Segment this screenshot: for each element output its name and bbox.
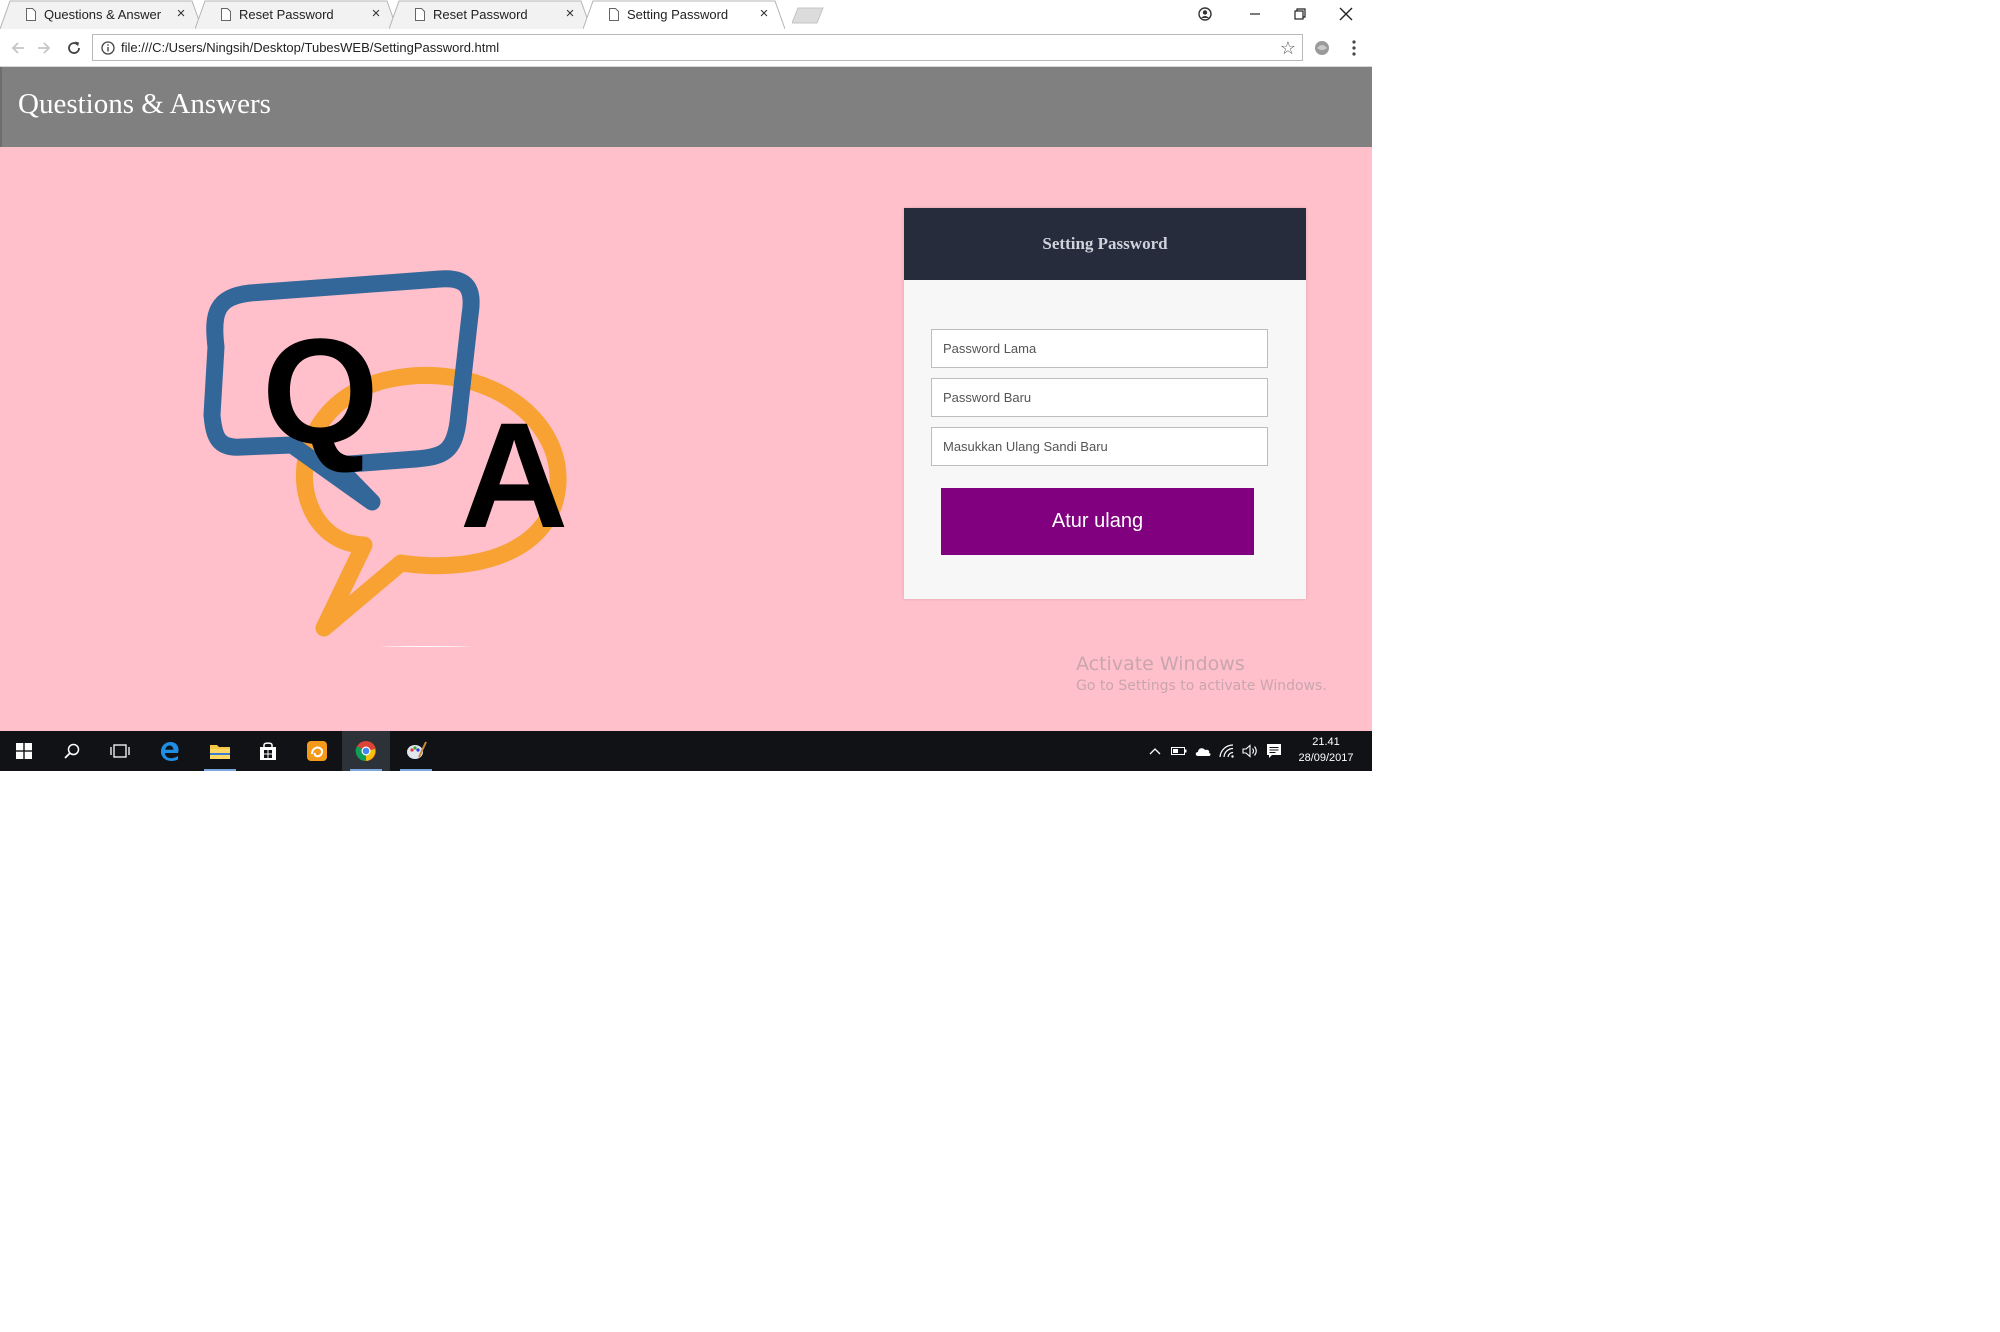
close-tab-icon[interactable]: × xyxy=(563,6,577,22)
close-tab-icon[interactable]: × xyxy=(369,6,383,22)
running-indicator xyxy=(350,769,382,771)
show-hidden-icons-button[interactable] xyxy=(1146,741,1164,761)
clock-time: 21.41 xyxy=(1312,736,1340,748)
tab-label: Reset Password xyxy=(239,7,334,22)
reload-button[interactable] xyxy=(63,37,85,59)
arrow-left-icon xyxy=(11,42,24,54)
folder-icon xyxy=(210,745,230,759)
logo-letter-a: A xyxy=(460,391,568,559)
bookmark-star-icon[interactable]: ☆ xyxy=(1280,38,1296,58)
site-header: Questions & Answers xyxy=(0,67,1372,147)
uc-browser-icon xyxy=(307,741,327,761)
page-content: Questions & Answers Q A Setting Password… xyxy=(0,67,1372,731)
extension-icon[interactable] xyxy=(1312,38,1332,58)
logo-letter-q: Q xyxy=(262,307,379,475)
browser-tab-strip: Questions & Answer × Reset Password × Re… xyxy=(0,0,1372,29)
tab-label: Reset Password xyxy=(433,7,528,22)
close-window-button[interactable] xyxy=(1326,2,1366,26)
new-tab-button[interactable] xyxy=(792,7,824,24)
task-view-button[interactable] xyxy=(96,731,144,771)
url-text[interactable]: file:///C:/Users/Ningsih/Desktop/TubesWE… xyxy=(121,40,499,55)
taskbar-file-explorer[interactable] xyxy=(196,731,244,771)
taskbar-chrome[interactable] xyxy=(342,731,390,771)
windows-taskbar: 21.41 28/09/2017 xyxy=(0,731,1372,771)
address-bar[interactable]: file:///C:/Users/Ningsih/Desktop/TubesWE… xyxy=(92,34,1303,61)
back-button[interactable] xyxy=(7,37,29,59)
tab-label: Questions & Answer xyxy=(44,7,162,22)
site-title: Questions & Answers xyxy=(18,88,271,120)
tab-reset-password-2[interactable]: Reset Password × xyxy=(389,0,591,29)
confirm-password-field[interactable] xyxy=(931,427,1268,466)
card-title: Setting Password xyxy=(1042,234,1168,253)
windows-logo-icon xyxy=(16,743,32,759)
task-view-icon xyxy=(110,744,130,758)
search-button[interactable] xyxy=(48,731,96,771)
document-icon xyxy=(415,8,425,21)
menu-dots-icon[interactable] xyxy=(1347,38,1361,58)
watermark-subtitle: Go to Settings to activate Windows. xyxy=(1076,678,1327,694)
start-button[interactable] xyxy=(0,731,48,771)
arrow-right-icon xyxy=(38,42,51,54)
close-tab-icon[interactable]: × xyxy=(174,6,188,22)
search-icon xyxy=(64,743,80,759)
clock-date: 28/09/2017 xyxy=(1298,752,1354,764)
document-icon xyxy=(609,8,619,21)
taskbar-edge[interactable] xyxy=(146,731,194,771)
chrome-icon xyxy=(355,741,376,762)
taskbar-clock[interactable]: 21.41 28/09/2017 xyxy=(1290,734,1362,766)
setting-password-card: Setting Password Atur ulang xyxy=(904,208,1306,599)
browser-toolbar: file:///C:/Users/Ningsih/Desktop/TubesWE… xyxy=(0,29,1372,67)
reload-icon xyxy=(68,41,80,54)
edge-icon xyxy=(160,742,179,762)
new-password-field[interactable] xyxy=(931,378,1268,417)
onedrive-icon[interactable] xyxy=(1194,741,1212,761)
tab-label: Setting Password xyxy=(627,7,729,22)
paint-icon xyxy=(407,741,427,759)
reset-button[interactable]: Atur ulang xyxy=(941,488,1254,555)
document-icon xyxy=(221,8,231,21)
action-center-icon[interactable] xyxy=(1265,741,1283,761)
minimize-button[interactable] xyxy=(1235,2,1275,26)
store-icon xyxy=(260,742,276,760)
tab-setting-password[interactable]: Setting Password × xyxy=(583,0,785,29)
tab-questions-answer[interactable]: Questions & Answer × xyxy=(0,0,202,29)
profile-icon[interactable] xyxy=(1185,2,1225,26)
watermark-title: Activate Windows xyxy=(1076,653,1245,675)
battery-icon[interactable] xyxy=(1170,741,1188,761)
forward-button[interactable] xyxy=(33,37,55,59)
old-password-field[interactable] xyxy=(931,329,1268,368)
qa-logo: Q A xyxy=(203,270,568,647)
activate-windows-watermark: Activate Windows Go to Settings to activ… xyxy=(1076,653,1327,694)
wifi-icon[interactable] xyxy=(1218,741,1236,761)
info-icon[interactable] xyxy=(101,41,115,55)
document-icon xyxy=(26,8,36,21)
chevron-up-icon xyxy=(1149,748,1161,755)
taskbar-store[interactable] xyxy=(244,731,292,771)
tab-reset-password-1[interactable]: Reset Password × xyxy=(195,0,397,29)
card-header: Setting Password xyxy=(904,208,1306,280)
running-indicator xyxy=(400,769,432,771)
screen: Questions & Answer × Reset Password × Re… xyxy=(0,0,1372,771)
taskbar-paint[interactable] xyxy=(392,731,440,771)
close-tab-icon[interactable]: × xyxy=(757,6,771,22)
running-indicator xyxy=(204,769,236,771)
volume-icon[interactable] xyxy=(1241,741,1259,761)
restore-button[interactable] xyxy=(1280,2,1320,26)
taskbar-uc-browser[interactable] xyxy=(293,731,341,771)
logo-shadow xyxy=(379,646,473,647)
